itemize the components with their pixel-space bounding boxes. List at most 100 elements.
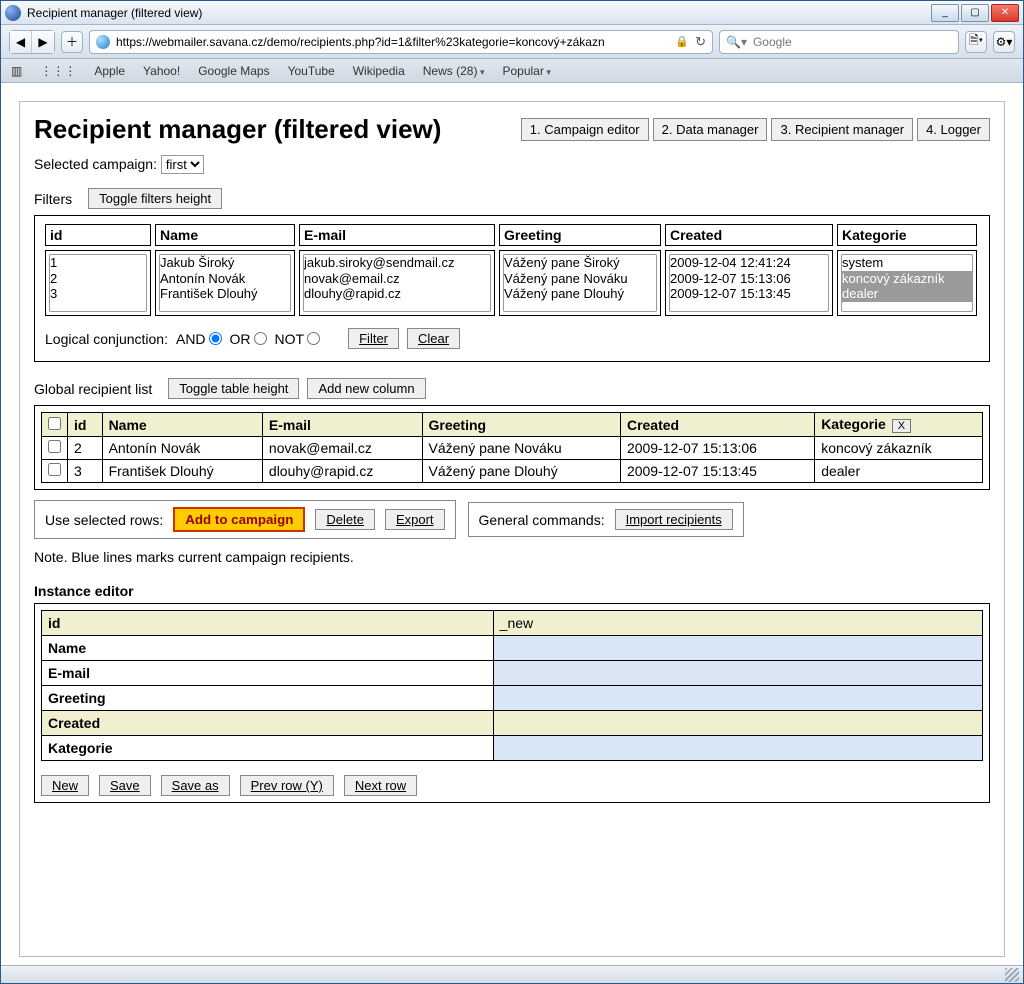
minimize-button[interactable]: _	[931, 4, 959, 22]
instance-buttons: New Save Save as Prev row (Y) Next row	[41, 775, 983, 796]
inst-val-name[interactable]	[493, 636, 982, 661]
toggle-filters-height-button[interactable]: Toggle filters height	[88, 188, 222, 209]
globe-icon	[96, 35, 110, 49]
inst-val-id[interactable]: _new	[493, 611, 982, 636]
list-label: Global recipient list	[34, 381, 152, 397]
filters-box: id Name E-mail Greeting Created Kategori…	[34, 215, 990, 362]
logic-not[interactable]: NOT	[275, 331, 321, 347]
col-id[interactable]: id	[68, 413, 103, 437]
use-selected-label: Use selected rows:	[45, 512, 163, 528]
export-button[interactable]: Export	[385, 509, 445, 530]
titlebar: Recipient manager (filtered view) _ ▢ ✕	[1, 1, 1023, 25]
col-name[interactable]: Name	[102, 413, 262, 437]
inst-val-kategorie[interactable]	[493, 736, 982, 761]
url-bar: 🔒 ↻	[89, 30, 713, 54]
new-button[interactable]: New	[41, 775, 89, 796]
row-checkbox[interactable]	[48, 463, 61, 476]
filter-header-id: id	[45, 224, 151, 246]
page-content: Recipient manager (filtered view) 1. Cam…	[19, 101, 1005, 957]
filter-header-created: Created	[665, 224, 833, 246]
apps-icon[interactable]: ⋮⋮⋮	[40, 64, 76, 78]
resize-grip-icon[interactable]	[1005, 968, 1019, 982]
bookmark-news[interactable]: News (28)	[423, 64, 485, 78]
filter-name-select[interactable]: Jakub Široký Antonín Novák František Dlo…	[159, 254, 291, 312]
filter-email-select[interactable]: jakub.siroky@sendmail.cz novak@email.cz …	[303, 254, 491, 312]
import-recipients-button[interactable]: Import recipients	[615, 509, 733, 530]
row-checkbox[interactable]	[48, 440, 61, 453]
col-greeting[interactable]: Greeting	[422, 413, 620, 437]
col-email[interactable]: E-mail	[262, 413, 422, 437]
inst-key-greeting: Greeting	[42, 686, 494, 711]
nav-data-manager[interactable]: 2. Data manager	[653, 118, 768, 141]
inst-val-email[interactable]	[493, 661, 982, 686]
logic-and[interactable]: AND	[176, 331, 222, 347]
close-button[interactable]: ✕	[991, 4, 1019, 22]
forward-button[interactable]: ▶	[32, 31, 54, 53]
filter-header-name: Name	[155, 224, 295, 246]
instance-editor-heading: Instance editor	[34, 583, 990, 599]
browser-window: Recipient manager (filtered view) _ ▢ ✕ …	[0, 0, 1024, 984]
nav-campaign-editor[interactable]: 1. Campaign editor	[521, 118, 649, 141]
nav-logger[interactable]: 4. Logger	[917, 118, 990, 141]
filter-created-select[interactable]: 2009-12-04 12:41:24 2009-12-07 15:13:06 …	[669, 254, 829, 312]
filter-greeting-select[interactable]: Vážený pane Široký Vážený pane Nováku Vá…	[503, 254, 657, 312]
filter-id-select[interactable]: 1 2 3	[49, 254, 147, 312]
top-nav: 1. Campaign editor 2. Data manager 3. Re…	[521, 118, 990, 141]
bookmarks-icon[interactable]: ▥	[11, 64, 22, 78]
add-to-campaign-button[interactable]: Add to campaign	[173, 507, 305, 532]
col-kategorie[interactable]: KategorieX	[815, 413, 983, 437]
bookmark-apple[interactable]: Apple	[94, 64, 125, 78]
filter-header-email: E-mail	[299, 224, 495, 246]
reload-icon[interactable]: ↻	[695, 34, 706, 50]
inst-val-created[interactable]	[493, 711, 982, 736]
add-tab-button[interactable]: ＋	[61, 31, 83, 53]
filters-grid: id Name E-mail Greeting Created Kategori…	[45, 224, 979, 316]
save-as-button[interactable]: Save as	[161, 775, 230, 796]
logic-label: Logical conjunction:	[45, 331, 168, 347]
settings-icon[interactable]: ⚙▾	[993, 31, 1015, 53]
lock-icon: 🔒	[675, 35, 689, 48]
clear-button[interactable]: Clear	[407, 328, 460, 349]
window-title: Recipient manager (filtered view)	[27, 6, 929, 20]
command-row: Use selected rows: Add to campaign Delet…	[34, 500, 990, 539]
filter-button[interactable]: Filter	[348, 328, 399, 349]
add-new-column-button[interactable]: Add new column	[307, 378, 425, 399]
inst-key-kategorie: Kategorie	[42, 736, 494, 761]
col-created[interactable]: Created	[620, 413, 814, 437]
instance-editor-box: id_new Name E-mail Greeting Created Kate…	[34, 603, 990, 803]
table-row[interactable]: 3 František Dlouhý dlouhy@rapid.cz Vážen…	[42, 460, 983, 483]
bookmark-youtube[interactable]: YouTube	[288, 64, 335, 78]
inst-val-greeting[interactable]	[493, 686, 982, 711]
prev-row-button[interactable]: Prev row (Y)	[240, 775, 334, 796]
filter-kategorie-select[interactable]: system koncový zákazník dealer	[841, 254, 973, 312]
save-button[interactable]: Save	[99, 775, 151, 796]
inst-key-created: Created	[42, 711, 494, 736]
logic-or[interactable]: OR	[230, 331, 267, 347]
search-bar: 🔍▾	[719, 30, 959, 54]
bookmark-popular[interactable]: Popular	[502, 64, 550, 78]
toggle-table-height-button[interactable]: Toggle table height	[168, 378, 299, 399]
statusbar	[1, 965, 1023, 983]
bookmark-wikipedia[interactable]: Wikipedia	[353, 64, 405, 78]
bookmark-yahoo[interactable]: Yahoo!	[143, 64, 180, 78]
remove-kategorie-column-button[interactable]: X	[892, 419, 911, 433]
bookmark-google-maps[interactable]: Google Maps	[198, 64, 269, 78]
url-input[interactable]	[116, 35, 669, 49]
selected-campaign-select[interactable]: first	[161, 155, 204, 174]
select-all-checkbox[interactable]	[48, 417, 61, 430]
page-menu-icon[interactable]: 🗎▾	[965, 31, 987, 53]
selected-rows-group: Use selected rows: Add to campaign Delet…	[34, 500, 456, 539]
next-row-button[interactable]: Next row	[344, 775, 417, 796]
selected-campaign-row: Selected campaign: first	[34, 155, 990, 174]
window-buttons: _ ▢ ✕	[929, 4, 1019, 22]
nav-group: ◀ ▶	[9, 30, 55, 54]
search-input[interactable]	[753, 35, 952, 49]
back-button[interactable]: ◀	[10, 31, 32, 53]
delete-button[interactable]: Delete	[315, 509, 375, 530]
recipient-table: id Name E-mail Greeting Created Kategori…	[41, 412, 983, 483]
maximize-button[interactable]: ▢	[961, 4, 989, 22]
nav-recipient-manager[interactable]: 3. Recipient manager	[771, 118, 913, 141]
search-icon: 🔍▾	[726, 35, 747, 49]
recipient-table-box: id Name E-mail Greeting Created Kategori…	[34, 405, 990, 490]
table-row[interactable]: 2 Antonín Novák novak@email.cz Vážený pa…	[42, 437, 983, 460]
